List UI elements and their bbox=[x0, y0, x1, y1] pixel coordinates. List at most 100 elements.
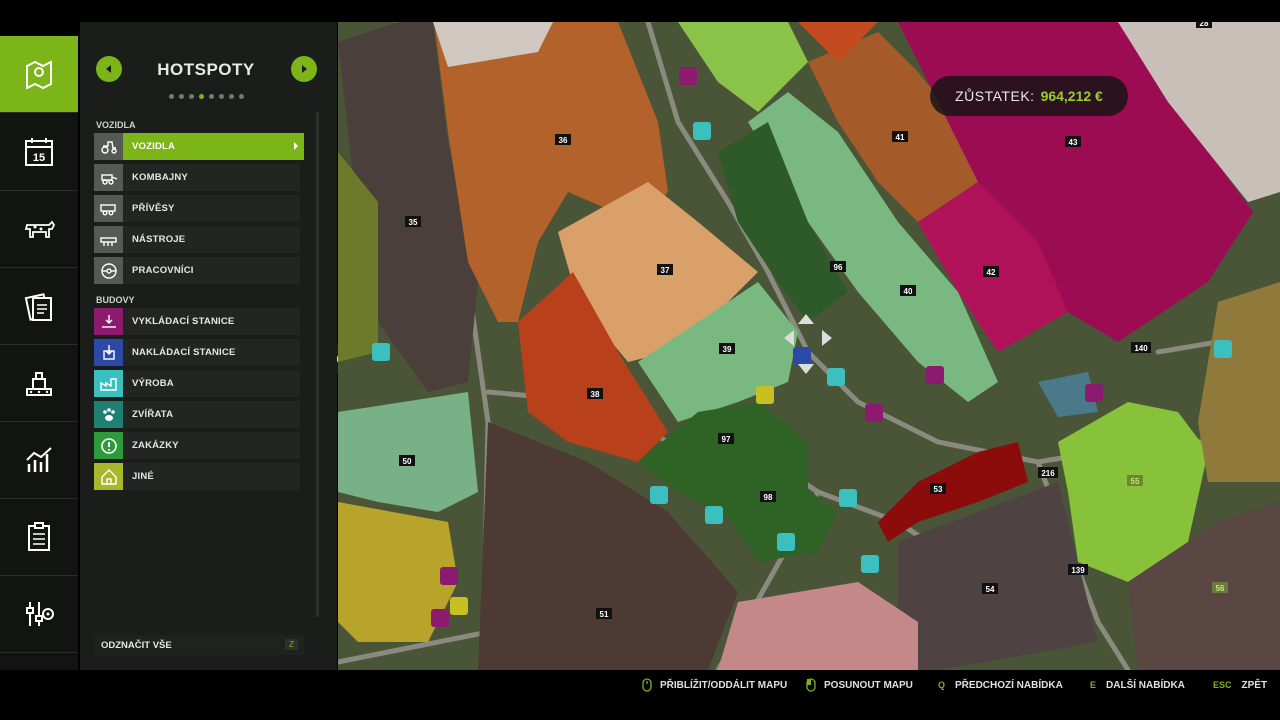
hint-previous-key: Q bbox=[938, 680, 946, 690]
hotspot-filter-combine[interactable]: KOMBAJNY bbox=[94, 164, 300, 191]
prev-page-button[interactable] bbox=[96, 56, 122, 82]
svg-text:54: 54 bbox=[986, 585, 995, 594]
page-dot[interactable] bbox=[218, 94, 224, 99]
combine-icon bbox=[100, 173, 117, 185]
hint-pan-map[interactable]: POSUNOUT MAPU bbox=[804, 678, 913, 692]
hotspot-filter-factory[interactable]: VÝROBA bbox=[94, 370, 300, 397]
page-dot[interactable] bbox=[198, 94, 204, 99]
map-canvas[interactable]: 35 36 37 38 39 40 41 42 43 50 51 53 54 5… bbox=[338, 22, 1280, 670]
sidebar-item-statistics[interactable] bbox=[0, 422, 78, 499]
trailer-icon bbox=[99, 203, 116, 215]
unload-station-marker[interactable] bbox=[865, 404, 883, 422]
filter-icon-box bbox=[94, 195, 123, 222]
other-marker[interactable] bbox=[756, 386, 774, 404]
next-page-button[interactable] bbox=[291, 56, 317, 82]
hint-zoom-label: PŘIBLÍŽIT/ODDÁLIT MAPU bbox=[660, 679, 788, 691]
hint-back-label: ZPĚT bbox=[1241, 679, 1268, 691]
page-indicator bbox=[80, 86, 332, 104]
hint-back[interactable]: ESC ZPĚT bbox=[1213, 678, 1267, 692]
unload-station-marker[interactable] bbox=[926, 366, 944, 384]
hotspot-filter-unload[interactable]: VYKLÁDACÍ STANICE bbox=[94, 308, 300, 335]
hotspot-filter-house[interactable]: JINÉ bbox=[94, 463, 300, 490]
section-label-buildings: BUDOVY bbox=[96, 295, 135, 305]
map-view[interactable]: 35 36 37 38 39 40 41 42 43 50 51 53 54 5… bbox=[338, 22, 1280, 670]
filter-label: PŘÍVĚSY bbox=[132, 203, 175, 214]
hotspot-filter-paw[interactable]: ZVÍŘATA bbox=[94, 401, 300, 428]
map-icon bbox=[26, 60, 52, 90]
page-dot[interactable] bbox=[188, 94, 194, 99]
hotspot-filter-tools[interactable]: NÁSTROJE bbox=[94, 226, 300, 253]
hint-previous-menu[interactable]: Q PŘEDCHOZÍ NABÍDKA bbox=[938, 678, 1063, 692]
hint-next-menu[interactable]: E DALŠÍ NABÍDKA bbox=[1090, 678, 1185, 692]
filter-label: KOMBAJNY bbox=[132, 172, 188, 183]
other-marker[interactable] bbox=[450, 597, 468, 615]
svg-text:51: 51 bbox=[600, 610, 609, 619]
production-marker[interactable] bbox=[693, 122, 711, 140]
tractor-icon bbox=[100, 140, 117, 154]
sidebar-item-animals[interactable] bbox=[0, 191, 78, 268]
svg-text:39: 39 bbox=[723, 345, 732, 354]
player-vehicle-marker[interactable] bbox=[793, 347, 811, 365]
exclamation-icon bbox=[100, 437, 117, 454]
filter-label: VYKLÁDACÍ STANICE bbox=[132, 316, 235, 327]
paw-icon bbox=[102, 407, 115, 421]
steering-wheel-icon bbox=[100, 262, 117, 279]
unload-station-marker[interactable] bbox=[1085, 384, 1103, 402]
hint-zoom-map[interactable]: PŘIBLÍŽIT/ODDÁLIT MAPU bbox=[640, 678, 787, 692]
page-dot[interactable] bbox=[208, 94, 214, 99]
production-marker[interactable] bbox=[861, 555, 879, 573]
page-dot[interactable] bbox=[168, 94, 174, 99]
cow-icon bbox=[24, 220, 56, 238]
production-marker[interactable] bbox=[777, 533, 795, 551]
unload-station-marker[interactable] bbox=[679, 67, 697, 85]
filter-label: VOZIDLA bbox=[132, 141, 176, 152]
production-marker[interactable] bbox=[650, 486, 668, 504]
hotspot-filter-tractor[interactable]: VOZIDLA bbox=[94, 133, 304, 160]
production-marker[interactable] bbox=[839, 489, 857, 507]
filter-icon-box bbox=[94, 226, 123, 253]
filter-label: NÁSTROJE bbox=[132, 234, 186, 245]
page-dot[interactable] bbox=[238, 94, 244, 99]
hint-previous-label: PŘEDCHOZÍ NABÍDKA bbox=[955, 679, 1063, 691]
svg-text:38: 38 bbox=[591, 390, 600, 399]
filter-label: NAKLÁDACÍ STANICE bbox=[132, 347, 236, 358]
unload-icon bbox=[101, 314, 116, 328]
deselect-all-label: ODZNAČIT VŠE bbox=[101, 639, 172, 651]
unload-station-marker[interactable] bbox=[440, 567, 458, 585]
filter-icon-box bbox=[94, 370, 123, 397]
production-marker[interactable] bbox=[1214, 340, 1232, 358]
svg-text:40: 40 bbox=[904, 287, 913, 296]
load-icon bbox=[102, 344, 115, 360]
sidebar-item-settings[interactable] bbox=[0, 576, 78, 653]
production-marker[interactable] bbox=[705, 506, 723, 524]
hotspot-filter-exclamation[interactable]: ZAKÁZKY bbox=[94, 432, 300, 459]
sidebar-item-production[interactable] bbox=[0, 345, 78, 422]
page-dot[interactable] bbox=[228, 94, 234, 99]
filter-icon-box bbox=[94, 401, 123, 428]
hotspot-filter-steering-wheel[interactable]: PRACOVNÍCI bbox=[94, 257, 300, 284]
deselect-all-button[interactable]: ODZNAČIT VŠE Z bbox=[94, 635, 304, 655]
sidebar-item-map[interactable] bbox=[0, 36, 78, 113]
panel-title: HOTSPOTY bbox=[157, 60, 255, 79]
unload-station-marker[interactable] bbox=[431, 609, 449, 627]
svg-text:41: 41 bbox=[896, 133, 905, 142]
hotspot-filter-trailer[interactable]: PŘÍVĚSY bbox=[94, 195, 300, 222]
filter-icon-box bbox=[94, 164, 123, 191]
production-marker[interactable] bbox=[827, 368, 845, 386]
svg-text:35: 35 bbox=[409, 218, 418, 227]
sidebar-item-contracts[interactable] bbox=[0, 268, 78, 345]
field-50[interactable] bbox=[338, 392, 478, 512]
production-marker[interactable] bbox=[372, 343, 390, 361]
svg-text:28: 28 bbox=[1200, 22, 1209, 28]
sidebar-item-tasks[interactable] bbox=[0, 499, 78, 576]
production-icon bbox=[26, 372, 52, 396]
svg-text:50: 50 bbox=[403, 457, 412, 466]
tools-icon bbox=[99, 236, 117, 246]
panel-scrollbar[interactable] bbox=[316, 112, 319, 617]
filter-icon-box bbox=[94, 257, 123, 284]
main-menu-sidebar: 15 bbox=[0, 36, 78, 670]
sidebar-item-calendar[interactable]: 15 bbox=[0, 114, 78, 191]
svg-text:37: 37 bbox=[661, 266, 670, 275]
hotspot-filter-load[interactable]: NAKLÁDACÍ STANICE bbox=[94, 339, 300, 366]
page-dot[interactable] bbox=[178, 94, 184, 99]
